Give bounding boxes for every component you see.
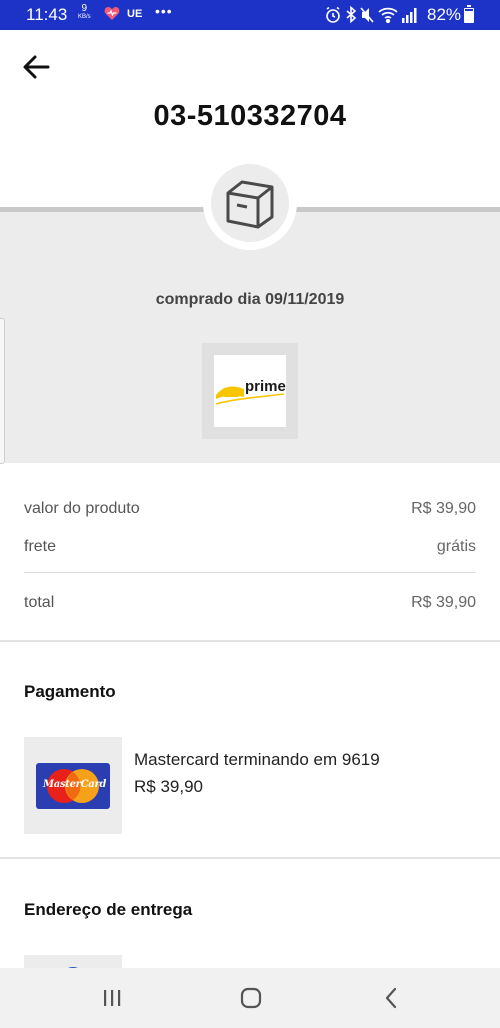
network-speed-value: 9: [81, 3, 88, 14]
recent-apps-icon: [104, 990, 121, 1006]
network-speed: 9 KB/s: [78, 4, 91, 22]
purchase-date: comprado dia 09/11/2019: [155, 291, 345, 308]
order-status-badge: [203, 156, 297, 250]
wifi-icon: [378, 7, 398, 24]
arrow-left-icon: [23, 55, 50, 79]
system-icons: [324, 5, 424, 29]
delivery-title: Endereço de entrega: [24, 900, 193, 919]
section-separator: [0, 857, 500, 859]
card-description: Mastercard terminando em 9619: [134, 750, 380, 769]
prime-logo-text: prime: [245, 378, 286, 395]
payment-title: Pagamento: [24, 682, 116, 701]
payment-amount: R$ 39,90: [134, 777, 203, 796]
back-button[interactable]: [20, 50, 54, 84]
recent-apps-button[interactable]: [94, 982, 130, 1014]
shipping-label: frete: [24, 538, 57, 555]
signal-icon: [402, 8, 417, 23]
card-thumbnail: MasterCard: [24, 737, 122, 834]
summary-divider: [24, 572, 476, 573]
mastercard-logo-text: MasterCard: [43, 779, 107, 790]
status-time: 11:43: [26, 5, 68, 24]
back-icon: [385, 987, 397, 1009]
product-image: prime: [214, 355, 286, 427]
alarm-icon: [326, 6, 340, 23]
home-button[interactable]: [233, 982, 269, 1014]
battery-percent: 82%: [427, 5, 462, 24]
section-separator: [0, 640, 500, 642]
home-icon: [240, 987, 262, 1009]
product-value-amount: R$ 39,90: [411, 500, 476, 517]
network-speed-unit: KB/s: [78, 14, 91, 20]
heart-icon: [104, 6, 120, 26]
total-amount: R$ 39,90: [411, 594, 476, 611]
more-notifications: •••: [155, 3, 173, 19]
nav-back-button[interactable]: [373, 982, 409, 1014]
total-label: total: [24, 594, 55, 611]
carrier-badge: UE: [127, 8, 143, 20]
status-bar: 11:43 9 KB/s UE ••• 82%: [0, 0, 500, 30]
package-box-icon: [226, 180, 274, 229]
bluetooth-icon: [346, 5, 357, 24]
mute-icon: [360, 7, 374, 23]
order-id-title: 03-510332704: [153, 100, 347, 132]
product-thumbnail[interactable]: prime: [202, 343, 298, 439]
product-value-label: valor do produto: [24, 500, 140, 517]
shipping-value: grátis: [436, 538, 476, 555]
side-panel-handle[interactable]: [0, 318, 5, 464]
battery-icon: [464, 5, 474, 23]
system-nav-bar: [0, 968, 500, 1028]
